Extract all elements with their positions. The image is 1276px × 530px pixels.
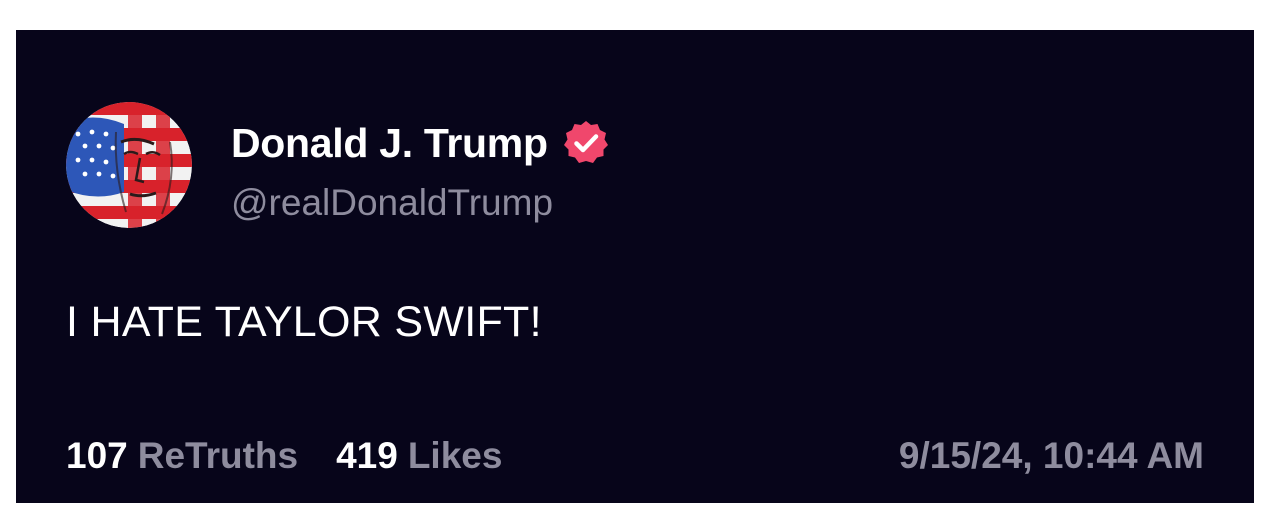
retruths-label: ReTruths [137,435,299,476]
retruths-count: 107 [66,435,128,476]
likes-label: Likes [407,435,503,476]
avatar[interactable] [66,102,192,228]
post-stats: 107 ReTruths 419 Likes [66,435,540,477]
display-name[interactable]: Donald J. Trump [231,120,548,167]
post-timestamp[interactable]: 9/15/24, 10:44 AM [899,435,1204,477]
verified-badge-icon [562,119,610,167]
likes-count: 419 [336,435,398,476]
flag-face-icon [66,102,192,228]
author-row: Donald J. Trump [231,116,610,170]
retruths-stat[interactable]: 107 ReTruths [66,435,298,477]
post-text: I HATE TAYLOR SWIFT! [66,298,542,346]
handle[interactable]: @realDonaldTrump [231,182,553,224]
likes-stat[interactable]: 419 Likes [336,435,502,477]
post-card: Donald J. Trump @realDonaldTrump I HATE … [16,30,1254,503]
